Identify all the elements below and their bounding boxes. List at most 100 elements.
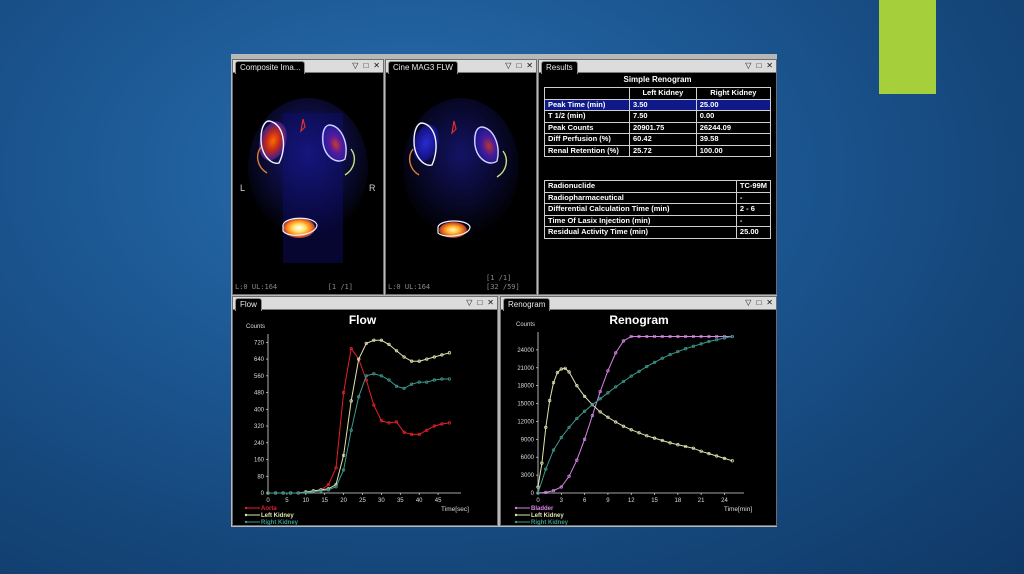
cine-frame-counter: [32 /59] — [486, 283, 520, 291]
cell-value: 2 - 6 — [735, 203, 772, 216]
y-tick-label: 560 — [254, 374, 265, 380]
row-label: Radiopharmaceutical — [544, 191, 737, 204]
column-header: Left Kidney — [629, 87, 697, 100]
maximize-icon[interactable]: □ — [477, 298, 482, 308]
results-tabbar: Results ▽ □ ✕ — [539, 60, 776, 74]
y-tick-label: 18000 — [517, 384, 534, 390]
x-tick-label: 24 — [721, 498, 728, 504]
results-title: Simple Renogram — [623, 75, 692, 84]
table-row[interactable]: Radiopharmaceutical - — [544, 191, 772, 204]
table-row[interactable]: T 1/2 (min) 7.50 0.00 — [544, 110, 772, 123]
row-label: Residual Activity Time (min) — [544, 226, 737, 239]
renal-scan-screenshot: Composite Ima... ▽ □ ✕ L R L:0 UL:164 [1… — [231, 54, 777, 527]
legend-label: Left Kidney — [261, 513, 294, 519]
maximize-icon[interactable]: □ — [756, 61, 761, 71]
y-tick-label: 160 — [254, 458, 265, 464]
window-level-readout: L:0 UL:164 — [235, 283, 278, 291]
y-tick-label: 9000 — [521, 437, 535, 443]
cine-frame-total: [1 /1] — [486, 274, 512, 282]
left-side-label: L — [240, 183, 246, 193]
cell-value: 39.58 — [695, 133, 772, 146]
table-row[interactable]: Peak Counts 20901.75 26244.09 — [544, 121, 772, 134]
cell-value: TC-99M — [735, 180, 772, 193]
close-icon[interactable]: ✕ — [766, 61, 773, 71]
legend-marker — [514, 513, 518, 517]
y-tick-label: 400 — [254, 407, 265, 413]
x-tick-label: 3 — [560, 498, 564, 504]
row-label: Differential Calculation Time (min) — [544, 203, 737, 216]
composite-scan-image[interactable]: L R L:0 UL:164 [1 /1] — [233, 73, 383, 294]
y-tick-label: 0 — [531, 491, 535, 497]
x-tick-label: 40 — [416, 498, 423, 504]
cell-value: - — [735, 191, 772, 204]
dropdown-icon[interactable]: ▽ — [505, 61, 511, 71]
y-tick-label: 6000 — [521, 455, 535, 461]
results-header-row: Left Kidney Right Kidney — [544, 87, 772, 100]
tab-results[interactable]: Results — [541, 61, 578, 74]
row-label: Diff Perfusion (%) — [544, 133, 630, 146]
y-axis-label: Counts — [246, 324, 265, 330]
series-line-aorta — [268, 347, 450, 494]
right-side-label: R — [369, 183, 376, 193]
cell-value: 20901.75 — [629, 121, 697, 134]
accent-bar — [879, 0, 936, 94]
dropdown-icon[interactable]: ▽ — [466, 298, 472, 308]
close-icon[interactable]: ✕ — [373, 61, 380, 71]
chart-title: Flow — [349, 313, 377, 327]
legend-marker — [514, 506, 518, 510]
x-tick-label: 15 — [651, 498, 658, 504]
series-line-left-kidney — [537, 367, 733, 488]
flow-tabbar: Flow ▽ □ ✕ — [233, 297, 497, 311]
close-icon[interactable]: ✕ — [487, 298, 494, 308]
cell-value: 60.42 — [629, 133, 697, 146]
flow-chart: FlowCountsTime[sec]080160240320400480560… — [244, 313, 469, 526]
table-row[interactable]: Peak Time (min) 3.50 25.00 — [544, 98, 772, 111]
composite-tabbar: Composite Ima... ▽ □ ✕ — [233, 60, 383, 74]
cell-value: 3.50 — [629, 98, 697, 111]
close-icon[interactable]: ✕ — [766, 298, 773, 308]
table-row[interactable]: Diff Perfusion (%) 60.42 39.58 — [544, 133, 772, 146]
y-tick-label: 15000 — [517, 402, 534, 408]
series-line-left-kidney — [268, 339, 450, 494]
dropdown-icon[interactable]: ▽ — [352, 61, 358, 71]
table-row[interactable]: Renal Retention (%) 25.72 100.00 — [544, 144, 772, 157]
y-tick-label: 320 — [254, 424, 265, 430]
cell-value: 25.00 — [735, 226, 772, 239]
window-level-readout: L:0 UL:164 — [388, 283, 431, 291]
x-axis-label: Time[min] — [724, 506, 752, 513]
maximize-icon[interactable]: □ — [756, 298, 761, 308]
y-tick-label: 24000 — [517, 348, 534, 354]
x-tick-label: 15 — [321, 498, 328, 504]
chart-title: Renogram — [609, 313, 668, 327]
cell-value: 25.72 — [629, 144, 697, 157]
y-axis-label: Counts — [516, 322, 535, 328]
y-tick-label: 3000 — [521, 473, 535, 479]
cine-scan-image[interactable]: L:0 UL:164 [1 /1] [32 /59] — [386, 73, 536, 294]
legend-label: Left Kidney — [531, 513, 564, 519]
table-row[interactable]: Differential Calculation Time (min) 2 - 6 — [544, 203, 772, 216]
table-row[interactable]: Time Of Lasix Injection (min) - — [544, 214, 772, 227]
legend-label: Aorta — [261, 506, 277, 512]
y-tick-label: 0 — [261, 491, 265, 497]
table-row[interactable]: Radionuclide TC-99M — [544, 180, 772, 193]
close-icon[interactable]: ✕ — [526, 61, 533, 71]
maximize-icon[interactable]: □ — [516, 61, 521, 71]
cine-tabbar: Cine MAG3 FLW ▽ □ ✕ — [386, 60, 536, 74]
column-header: Right Kidney — [695, 87, 772, 100]
dropdown-icon[interactable]: ▽ — [745, 298, 751, 308]
legend-label: Right Kidney — [261, 520, 299, 526]
x-tick-label: 9 — [606, 498, 610, 504]
x-tick-label: 0 — [536, 498, 540, 504]
cell-value: 7.50 — [629, 110, 697, 123]
x-tick-label: 12 — [628, 498, 635, 504]
cell-value: - — [735, 214, 772, 227]
renogram-chart-area: Renogram Counts Time[min] 0 3000 6000 9000 1200… — [501, 310, 776, 525]
x-tick-label: 0 — [266, 498, 270, 504]
row-label: Renal Retention (%) — [544, 144, 630, 157]
dropdown-icon[interactable]: ▽ — [745, 61, 751, 71]
x-tick-label: 10 — [302, 498, 309, 504]
cell-value: 26244.09 — [695, 121, 772, 134]
legend-marker — [244, 513, 248, 517]
maximize-icon[interactable]: □ — [363, 61, 368, 71]
table-row[interactable]: Residual Activity Time (min) 25.00 — [544, 226, 772, 239]
